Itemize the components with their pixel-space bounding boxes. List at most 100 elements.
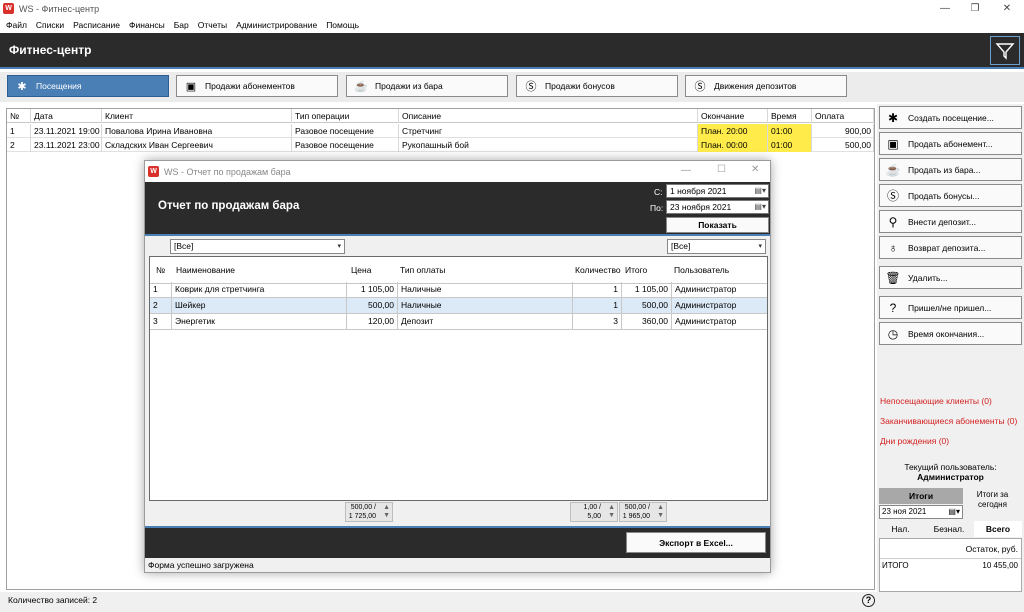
cell-qty: 1 — [573, 298, 622, 313]
qty-summary: 1,00 / 5,00 ▲ ▼ — [570, 502, 618, 522]
button-label: Пришел/не пришел... — [908, 302, 992, 313]
restore-icon[interactable]: ❐ — [960, 0, 990, 17]
tab-subscriptions[interactable]: ▣ Продажи абонементов — [176, 75, 338, 97]
col-header[interactable]: Количество — [575, 265, 621, 275]
chevron-down-icon: ▾ — [337, 243, 341, 250]
sales-grid[interactable]: № Наименование Цена Тип оплаты Количеств… — [149, 256, 768, 501]
table-row[interactable]: 2 23.11.2021 23:00 Складских Иван Сергее… — [7, 138, 874, 152]
col-header[interactable]: Окончание — [698, 109, 768, 123]
button-label: Возврат депозита... — [908, 242, 986, 253]
table-row[interactable]: 3 Энергетик 120,00 Депозит 3 360,00 Адми… — [150, 314, 767, 330]
show-button[interactable]: Показать — [666, 217, 769, 233]
col-header[interactable]: Клиент — [102, 109, 292, 123]
col-header[interactable]: Время — [768, 109, 812, 123]
tab-bar-sales[interactable]: ☕ Продажи из бара — [346, 75, 508, 97]
user-filter-select[interactable]: [Все] ▾ — [667, 239, 766, 254]
export-excel-button[interactable]: Экспорт в Excel... — [626, 532, 766, 553]
menu-lists[interactable]: Списки — [36, 20, 64, 30]
cell-name: Коврик для стретчинга — [172, 282, 347, 297]
name-filter-select[interactable]: [Все] ▾ — [170, 239, 345, 254]
cell-num: 2 — [150, 298, 172, 313]
dollar-icon: Ⓢ — [525, 81, 537, 93]
cell-user: Администратор — [675, 300, 737, 310]
minimize-icon[interactable]: — — [681, 165, 691, 176]
menu-reports[interactable]: Отчеты — [198, 20, 227, 30]
refund-deposit-button[interactable]: ♁ Возврат депозита... — [879, 236, 1022, 259]
tab-cashless[interactable]: Безнал. — [924, 521, 974, 537]
tab-deposits[interactable]: Ⓢ Движения депозитов — [685, 75, 847, 97]
end-time-button[interactable]: ◷ Время окончания... — [879, 322, 1022, 345]
col-header[interactable]: Дата — [31, 109, 102, 123]
tab-all[interactable]: Всего — [974, 521, 1022, 537]
cell-time: 01:00 — [768, 124, 812, 138]
deposit-button[interactable]: ⚲ Внести депозит... — [879, 210, 1022, 233]
subscription-icon: ▣ — [887, 136, 899, 151]
page-title: Фитнес-центр — [9, 43, 92, 57]
maximize-icon[interactable]: ☐ — [717, 164, 726, 175]
to-date-picker[interactable]: 23 ноября 2021 ▤▾ — [666, 200, 769, 214]
question-person-icon: ? — [889, 300, 897, 315]
tab-totals[interactable]: Итоги — [879, 488, 963, 504]
summary-line: 1,00 / — [583, 504, 601, 511]
dollar-icon: Ⓢ — [694, 81, 706, 93]
menu-bar-item[interactable]: Бар — [174, 20, 189, 30]
tab-cash[interactable]: Нал. — [877, 521, 924, 537]
totals-date-picker[interactable]: 23 ноя 2021 ▤▾ — [879, 505, 963, 519]
summary-spin-icon[interactable]: ▲ ▼ — [608, 504, 615, 520]
col-header[interactable]: Описание — [399, 109, 698, 123]
current-user-name: Администратор — [917, 472, 984, 482]
summary-spin-icon[interactable]: ▲ ▼ — [383, 504, 390, 520]
col-header[interactable]: № — [7, 109, 31, 123]
cell-payment-type: Депозит — [398, 314, 573, 329]
col-header[interactable]: Оплата — [812, 109, 874, 123]
tab-label: Посещения — [36, 81, 82, 91]
sell-subscription-button[interactable]: ▣ Продать абонемент... — [879, 132, 1022, 155]
record-count: Количество записей: 2 — [8, 595, 98, 605]
absent-clients-link[interactable]: Непосещающие клиенты (0) — [880, 396, 992, 406]
cell-num: 3 — [150, 314, 172, 329]
app-header: Фитнес-центр — [0, 33, 1024, 69]
tab-bonus-sales[interactable]: Ⓢ Продажи бонусов — [516, 75, 678, 97]
total-label: ИТОГО — [882, 561, 909, 570]
tab-totals-today[interactable]: Итоги за сегодня — [963, 490, 1022, 510]
col-header[interactable]: Тип оплаты — [400, 265, 445, 275]
col-header[interactable]: Наименование — [176, 265, 235, 275]
cell-num: 1 — [150, 282, 172, 297]
dollar-icon: Ⓢ — [886, 189, 899, 203]
col-header[interactable]: Тип операции — [292, 109, 399, 123]
button-label: Продать бонусы... — [908, 190, 980, 201]
table-row[interactable]: 1 Коврик для стретчинга 1 105,00 Наличны… — [150, 282, 767, 298]
menu-help[interactable]: Помощь — [326, 20, 359, 30]
sell-bar-button[interactable]: ☕ Продать из бара... — [879, 158, 1022, 181]
minimize-icon[interactable]: — — [930, 0, 960, 17]
cell-date: 23.11.2021 23:00 — [31, 138, 102, 152]
sell-bonus-button[interactable]: Ⓢ Продать бонусы... — [879, 184, 1022, 207]
close-icon[interactable]: ✕ — [992, 0, 1022, 17]
tab-visits[interactable]: ✱ Посещения — [7, 75, 169, 97]
menu-finance[interactable]: Финансы — [129, 20, 165, 30]
menu-file[interactable]: Файл — [6, 20, 27, 30]
create-visit-button[interactable]: ✱ Создать посещение... — [879, 106, 1022, 129]
col-header[interactable]: Цена — [351, 265, 371, 275]
col-header[interactable]: Итого — [625, 265, 647, 275]
summary-spin-icon[interactable]: ▲ ▼ — [657, 504, 664, 520]
cell-num: 1 — [7, 124, 31, 138]
window-titlebar: W WS - Фитнес-центр — ❐ ✕ — [0, 0, 1024, 17]
menu-admin[interactable]: Администрирование — [236, 20, 317, 30]
cell-user: Администратор — [675, 316, 737, 326]
help-icon[interactable]: ? — [862, 594, 875, 607]
chevron-down-icon: ▾ — [758, 243, 762, 250]
delete-button[interactable]: 🗑 Удалить... — [879, 266, 1022, 289]
col-header[interactable]: Пользователь — [674, 265, 729, 275]
table-row-selected[interactable]: 2 Шейкер 500,00 Наличные 1 500,00 Админи… — [150, 298, 767, 314]
expiring-subscriptions-link[interactable]: Заканчивающиеся абонементы (0) — [880, 416, 1017, 426]
close-icon[interactable]: ✕ — [751, 164, 759, 175]
birthdays-link[interactable]: Дни рождения (0) — [880, 436, 949, 446]
filter-button[interactable] — [990, 36, 1020, 65]
table-row[interactable]: 1 23.11.2021 19:00 Повалова Ирина Иванов… — [7, 124, 874, 138]
attendance-button[interactable]: ? Пришел/не пришел... — [879, 296, 1022, 319]
from-date-picker[interactable]: 1 ноября 2021 ▤▾ — [666, 184, 769, 198]
col-header[interactable]: № — [156, 265, 165, 275]
button-label: Продать абонемент... — [908, 138, 993, 149]
menu-schedule[interactable]: Расписание — [73, 20, 120, 30]
